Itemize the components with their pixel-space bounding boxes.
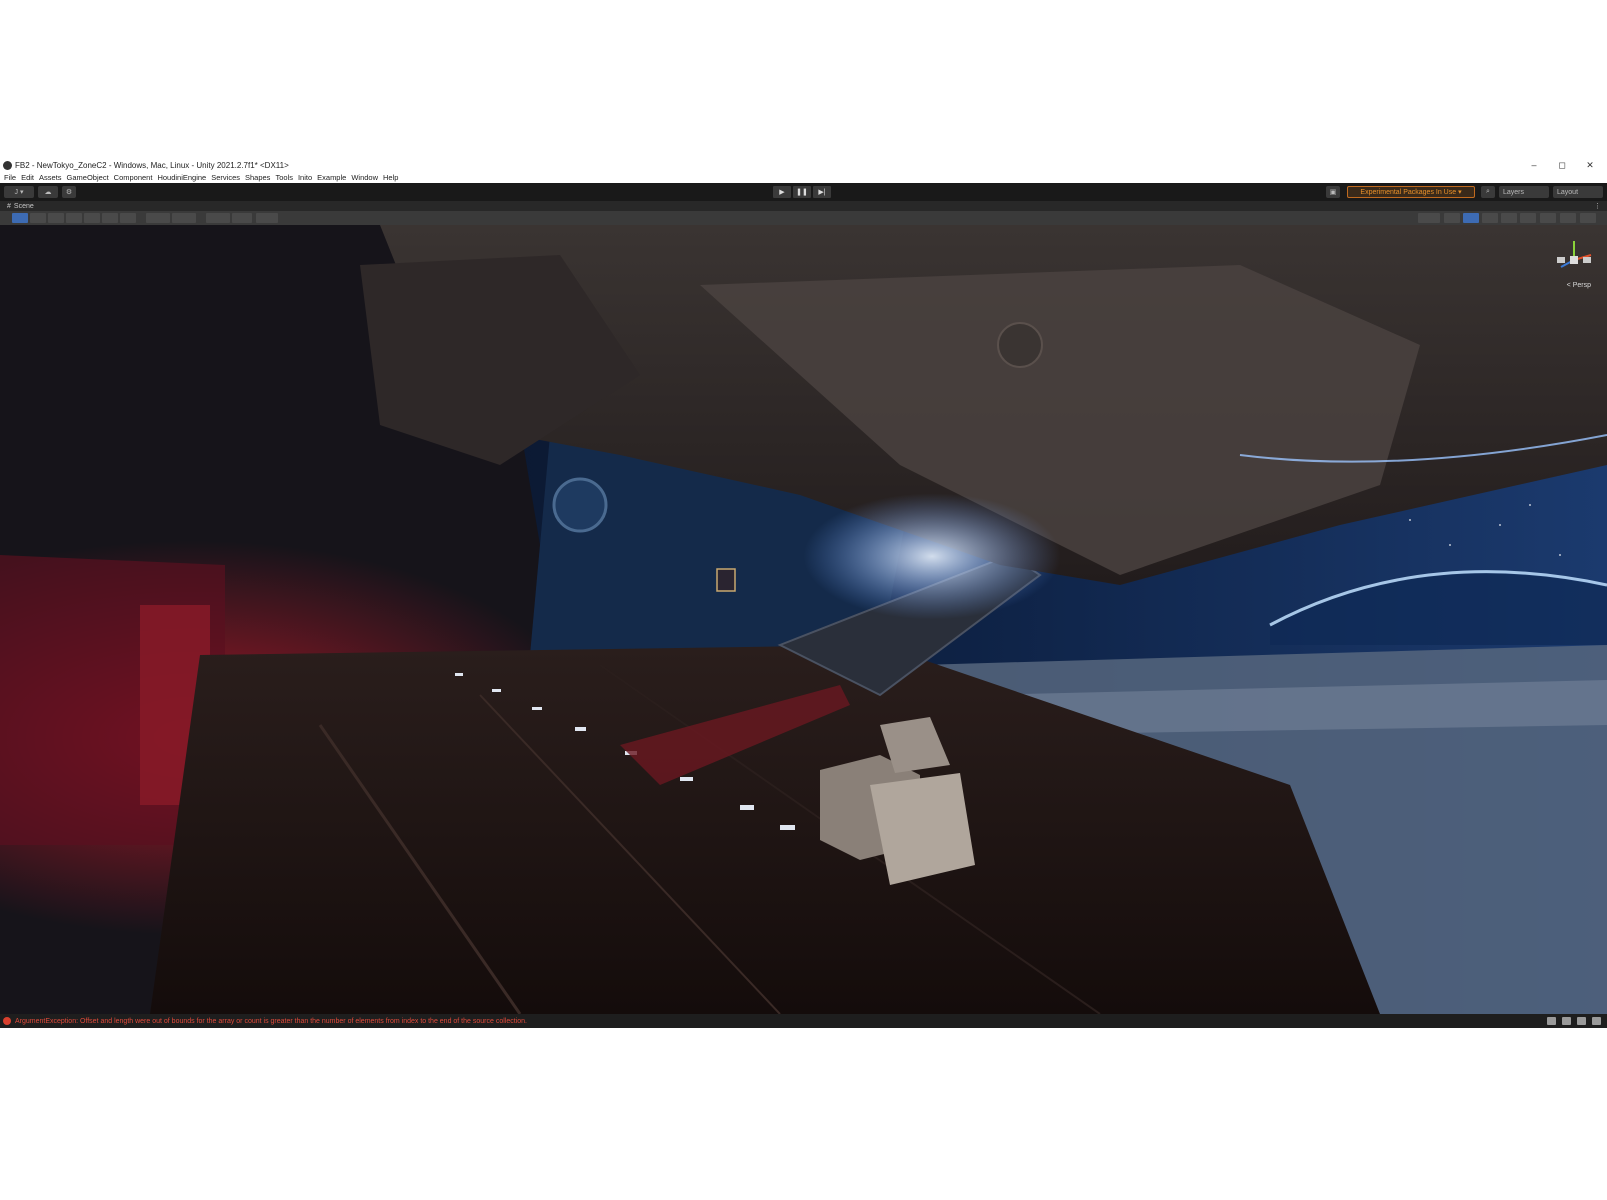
account-dropdown[interactable]: J ▾ [4,186,34,198]
menu-services[interactable]: Services [211,173,240,182]
play-controls: ▶ ❚❚ ▶| [773,186,833,198]
move-tool-button[interactable] [30,213,46,223]
menu-edit[interactable]: Edit [21,173,34,182]
audio-toggle-button[interactable] [1482,213,1498,223]
scene-view-toolbar [0,211,1607,225]
tab-menu-icon[interactable]: ⋮ [1594,202,1601,210]
layout-dropdown[interactable]: Layout [1553,186,1603,198]
pivot-dropdown[interactable] [146,213,170,223]
lighting-toggle-button[interactable] [1463,213,1479,223]
cloud-icon[interactable]: ☁ [38,186,58,198]
view-tool-button[interactable] [12,213,28,223]
status-bar: ArgumentException: Offset and length wer… [0,1014,1607,1028]
menu-assets[interactable]: Assets [39,173,62,182]
maximize-button[interactable]: ◻ [1547,158,1577,172]
grid-snap-dropdown[interactable] [206,213,230,223]
menu-bar: File Edit Assets GameObject Component Ho… [0,172,1607,183]
menu-tools[interactable]: Tools [275,173,293,182]
minimize-button[interactable]: – [1519,158,1549,172]
menu-houdiniengine[interactable]: HoudiniEngine [157,173,206,182]
axis-gizmo-icon [1557,241,1592,268]
layers-dropdown[interactable]: Layers [1499,186,1549,198]
gizmos-dropdown[interactable] [1560,213,1576,223]
menu-example[interactable]: Example [317,173,346,182]
menu-help[interactable]: Help [383,173,398,182]
rotate-tool-button[interactable] [48,213,64,223]
rect-tool-button[interactable] [84,213,100,223]
incremental-snap-dropdown[interactable] [256,213,278,223]
2d-toggle-button[interactable] [1444,213,1460,223]
close-button[interactable]: ✕ [1575,158,1605,172]
status-icons [1541,1017,1601,1025]
window-title: FB2 - NewTokyo_ZoneC2 - Windows, Mac, Li… [15,160,289,170]
scene-render [0,225,1607,1014]
search-icon[interactable]: ⌕ [1481,186,1495,198]
draw-mode-dropdown[interactable] [1418,213,1440,223]
scene-camera-button[interactable] [1540,213,1556,223]
package-manager-icon[interactable]: ▣ [1326,186,1340,198]
menu-inito[interactable]: Inito [298,173,312,182]
scene-tab-icon: # [7,202,11,210]
cache-icon[interactable] [1562,1017,1571,1025]
error-icon [3,1017,11,1025]
menu-window[interactable]: Window [351,173,378,182]
settings-icon[interactable] [1592,1017,1601,1025]
menu-file[interactable]: File [4,173,16,182]
debug-icon[interactable] [1577,1017,1586,1025]
custom-tool-button[interactable] [120,213,136,223]
pause-button[interactable]: ❚❚ [793,186,811,198]
scale-tool-button[interactable] [66,213,82,223]
menu-gameobject[interactable]: GameObject [67,173,109,182]
title-bar: FB2 - NewTokyo_ZoneC2 - Windows, Mac, Li… [0,158,1607,172]
scene-settings-button[interactable] [1580,213,1596,223]
collab-icon[interactable]: ⚙ [62,186,76,198]
menu-shapes[interactable]: Shapes [245,173,270,182]
transform-tool-button[interactable] [102,213,118,223]
projection-label[interactable]: < Persp [1567,282,1591,289]
step-button[interactable]: ▶| [813,186,831,198]
scene-tab-bar: # Scene ⋮ [0,201,1607,211]
hidden-objects-button[interactable] [1520,213,1536,223]
snap-increment-dropdown[interactable] [232,213,252,223]
unity-logo-icon [3,160,12,170]
effects-toggle-button[interactable] [1501,213,1517,223]
experimental-packages-badge[interactable]: Experimental Packages In Use ▾ [1347,186,1475,198]
global-dropdown[interactable] [172,213,196,223]
main-toolbar: J ▾ ☁ ⚙ ▶ ❚❚ ▶| ▣ Experimental Packages … [0,183,1607,201]
tab-scene[interactable]: Scene [14,203,34,210]
menu-component[interactable]: Component [114,173,153,182]
unity-editor-window: FB2 - NewTokyo_ZoneC2 - Windows, Mac, Li… [0,158,1607,1036]
progress-icon[interactable] [1547,1017,1556,1025]
console-error-message[interactable]: ArgumentException: Offset and length wer… [15,1018,527,1025]
scene-viewport[interactable]: < Persp [0,225,1607,1014]
play-button[interactable]: ▶ [773,186,791,198]
